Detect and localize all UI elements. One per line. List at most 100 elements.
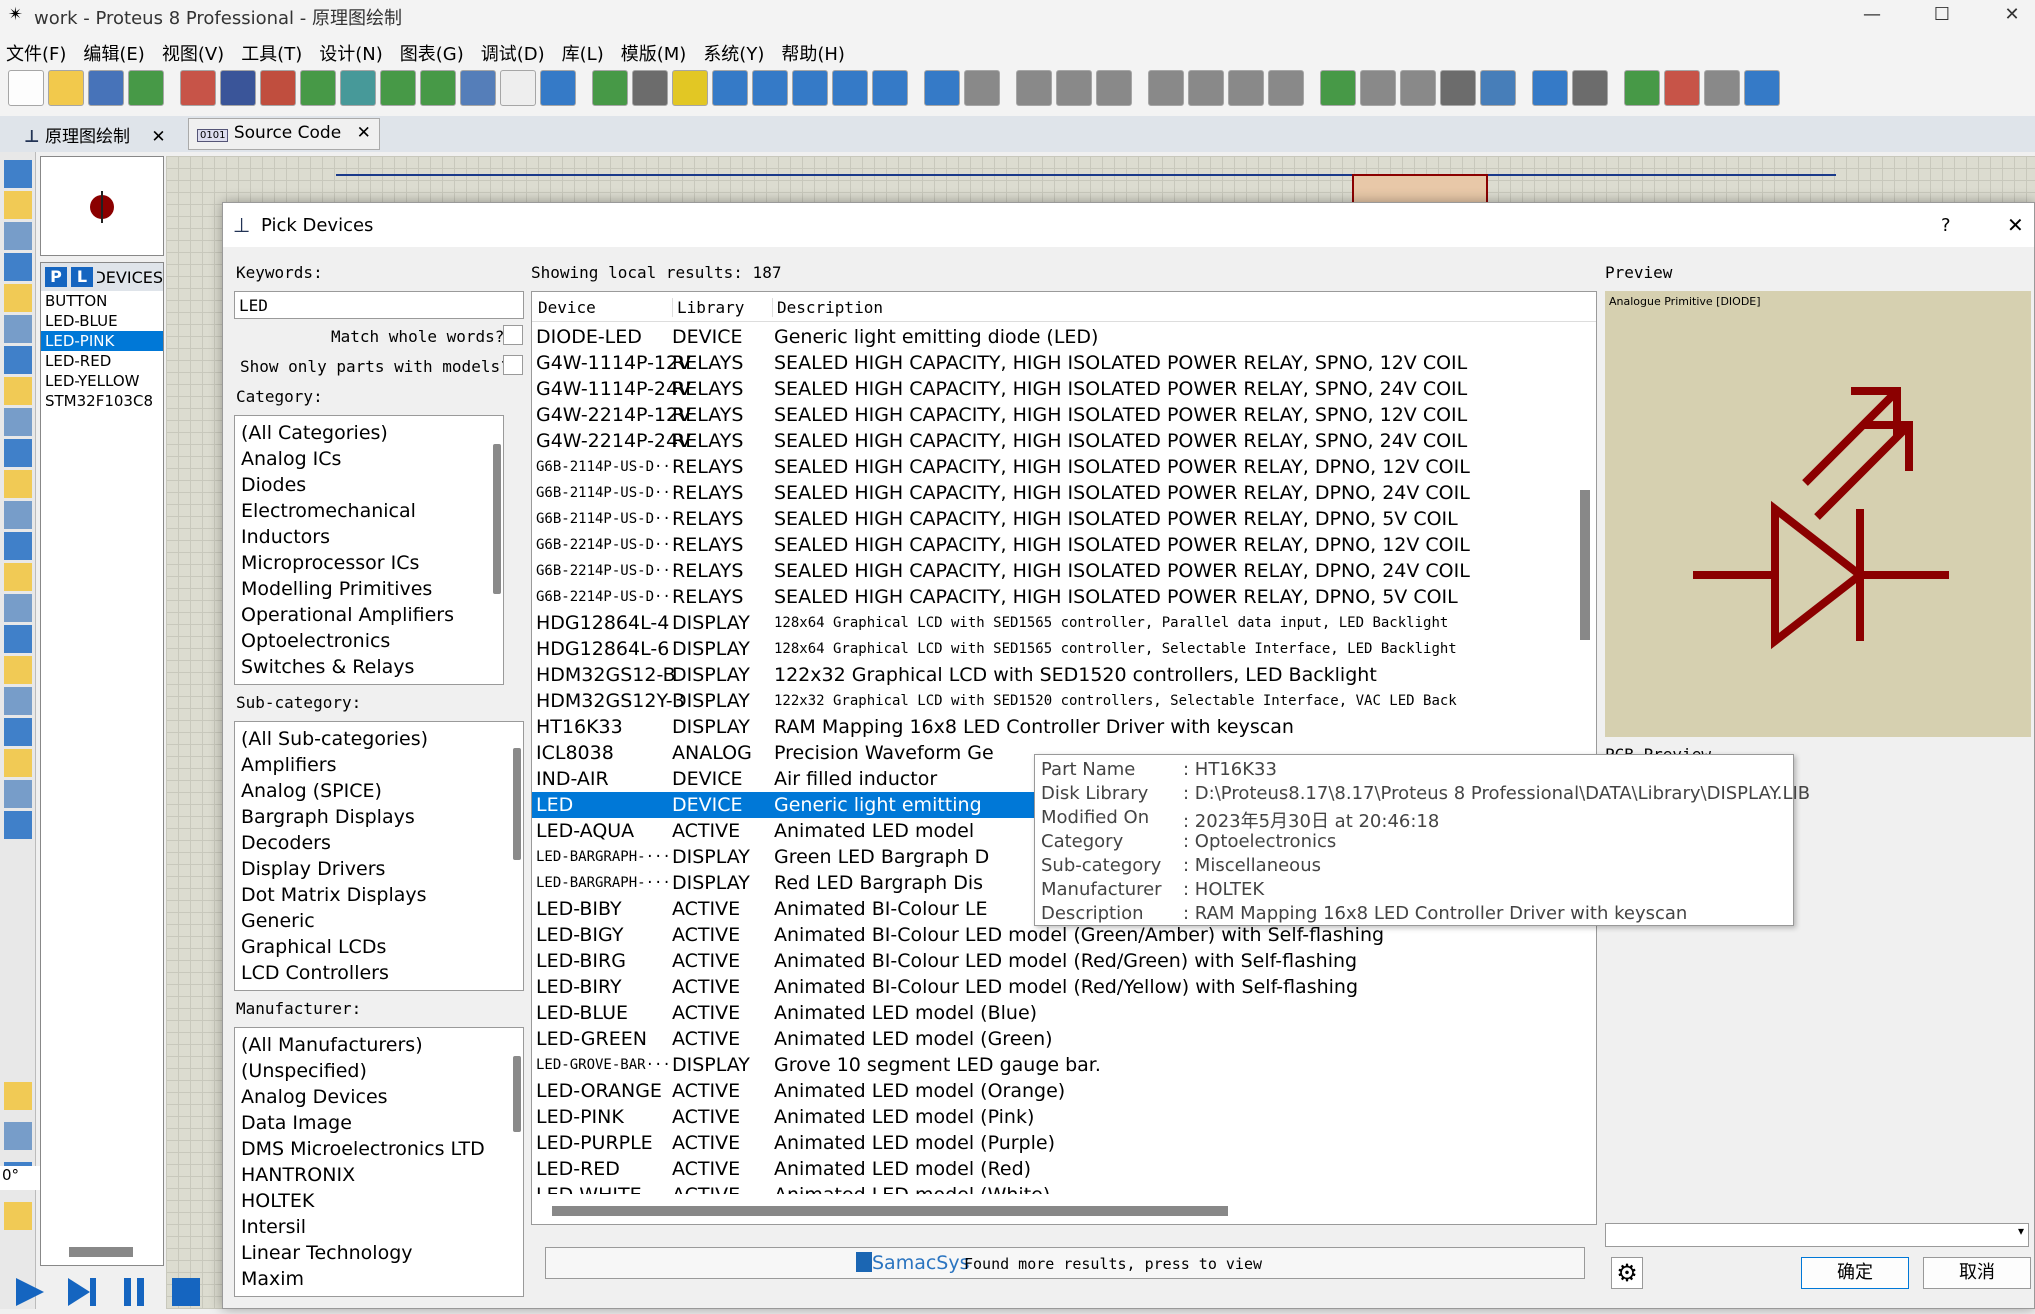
library-manager-button[interactable]: L	[71, 267, 93, 287]
device-list-item[interactable]: LED-YELLOW	[41, 371, 163, 391]
category-item[interactable]: Diodes	[235, 472, 503, 498]
menu-item[interactable]: 视图(V)	[156, 30, 235, 66]
category-item[interactable]: Optoelectronics	[235, 628, 503, 654]
result-row[interactable]: HDG12864L-6 DISPLAY 128x64 Graphical LCD w…	[532, 636, 1572, 662]
text-script-icon[interactable]	[4, 284, 32, 312]
column-description[interactable]: Description	[772, 298, 883, 317]
exit-sheet-icon[interactable]	[1704, 70, 1740, 106]
manufacturer-item[interactable]: Analog Devices	[235, 1084, 523, 1110]
result-row[interactable]: G6B-2214P-US-D··· RELAYS SEALED HIGH CAPAC…	[532, 584, 1572, 610]
instrument-icon[interactable]	[4, 563, 32, 591]
match-whole-words-checkbox[interactable]	[503, 325, 523, 345]
graph-icon[interactable]	[4, 439, 32, 467]
recorder-icon[interactable]	[4, 470, 32, 498]
close-tab-icon[interactable]: ✕	[357, 123, 371, 143]
step-icon[interactable]	[68, 1278, 96, 1306]
manufacturer-list[interactable]: (All Manufacturers) (Unspecified) Analog D…	[234, 1027, 524, 1297]
result-row[interactable]: HT16K33 DISPLAY RAM Mapping 16x8 LED Contr…	[532, 714, 1572, 740]
zoom-area-icon[interactable]	[872, 70, 908, 106]
select-icon[interactable]	[4, 160, 32, 188]
copy-icon[interactable]	[1056, 70, 1092, 106]
box-icon[interactable]	[4, 625, 32, 653]
help-icon[interactable]	[540, 70, 576, 106]
result-row[interactable]: LED-BIRG ACTIVE Animated BI-Colour LED mod…	[532, 948, 1572, 974]
device-list-item[interactable]: BUTTON	[41, 291, 163, 311]
device-list-scrollbar[interactable]	[69, 1247, 133, 1257]
result-row[interactable]: G6B-2114P-US-D··· RELAYS SEALED HIGH CAPAC…	[532, 506, 1572, 532]
only-models-checkbox[interactable]	[503, 355, 523, 375]
result-row[interactable]: LED-ORANGE ACTIVE Animated LED model (Oran…	[532, 1078, 1572, 1104]
cancel-button[interactable]: 取消	[1923, 1257, 2031, 1289]
block-rotate-icon[interactable]	[1228, 70, 1264, 106]
result-row[interactable]: LED-GROVE-BAR··· DISPLAY Grove 10 segment …	[532, 1052, 1572, 1078]
source-code-icon[interactable]	[460, 70, 496, 106]
terminal-icon[interactable]	[4, 377, 32, 405]
line-icon[interactable]	[4, 594, 32, 622]
pin-icon[interactable]	[4, 408, 32, 436]
origin-icon[interactable]	[672, 70, 708, 106]
menu-item[interactable]: 编辑(E)	[77, 30, 155, 66]
category-item[interactable]: Electromechanical	[235, 498, 503, 524]
result-row[interactable]: LED-PURPLE ACTIVE Animated LED model (Purp…	[532, 1130, 1572, 1156]
symbol-icon[interactable]	[4, 780, 32, 808]
manufacturer-item[interactable]: (Unspecified)	[235, 1058, 523, 1084]
redo-icon[interactable]	[964, 70, 1000, 106]
ok-button[interactable]: 确定	[1801, 1257, 1909, 1289]
menu-item[interactable]: 图表(G)	[394, 30, 475, 66]
result-row[interactable]: HDM32GS12Y-3 DISPLAY 122x32 Graphical LCD …	[532, 688, 1572, 714]
rotate-cw-icon[interactable]	[4, 1082, 32, 1110]
result-row[interactable]: G4W-2214P-24V RELAYS SEALED HIGH CAPACITY,…	[532, 428, 1572, 454]
pan-icon[interactable]	[712, 70, 748, 106]
result-row[interactable]: LED-WHITE ACTIVE Animated LED model (White…	[532, 1182, 1572, 1194]
result-row[interactable]: LED-BLUE ACTIVE Animated LED model (Blue)	[532, 1000, 1572, 1026]
subcategory-list[interactable]: (All Sub-categories) Amplifiers Analog (SP…	[234, 721, 524, 991]
result-row[interactable]: LED-RED ACTIVE Animated LED model (Red)	[532, 1156, 1572, 1182]
component-icon[interactable]	[4, 191, 32, 219]
category-item[interactable]: Modelling Primitives	[235, 576, 503, 602]
result-row[interactable]: LED-PINK ACTIVE Animated LED model (Pink)	[532, 1104, 1572, 1130]
device-list-item[interactable]: LED-RED	[41, 351, 163, 371]
result-row[interactable]: G4W-1114P-24V RELAYS SEALED HIGH CAPACITY,…	[532, 376, 1572, 402]
make-device-icon[interactable]	[1360, 70, 1396, 106]
menu-item[interactable]: 调试(D)	[475, 30, 556, 66]
grid-icon[interactable]	[632, 70, 668, 106]
bus-icon[interactable]	[4, 315, 32, 343]
maximize-button[interactable]: ☐	[1920, 0, 1964, 30]
decompose-icon[interactable]	[1440, 70, 1476, 106]
subcategory-scrollbar[interactable]	[513, 748, 521, 860]
open-folder-icon[interactable]	[48, 70, 84, 106]
new-sheet-icon[interactable]	[1624, 70, 1660, 106]
pcb-package-select[interactable]: ▾	[1605, 1223, 2029, 1247]
result-row[interactable]: G4W-1114P-12V RELAYS SEALED HIGH CAPACITY,…	[532, 350, 1572, 376]
marker-icon[interactable]	[4, 811, 32, 839]
import-icon[interactable]	[128, 70, 164, 106]
block-copy-icon[interactable]	[1148, 70, 1184, 106]
menu-item[interactable]: 库(L)	[556, 30, 615, 66]
pcb-layout-icon[interactable]	[260, 70, 296, 106]
manufacturer-item[interactable]: DMS Microelectronics LTD	[235, 1136, 523, 1162]
subcircuit-icon[interactable]	[4, 346, 32, 374]
subcategory-item[interactable]: Generic	[235, 908, 523, 934]
pause-icon[interactable]	[124, 1278, 144, 1306]
help-button[interactable]: ?	[1941, 215, 1951, 236]
pick-device-icon[interactable]	[1320, 70, 1356, 106]
manufacturer-item[interactable]: HANTRONIX	[235, 1162, 523, 1188]
manufacturer-item[interactable]: Intersil	[235, 1214, 523, 1240]
cut-icon[interactable]	[1016, 70, 1052, 106]
remove-sheet-icon[interactable]	[1664, 70, 1700, 106]
settings-gear-icon[interactable]: ⚙	[1611, 1257, 1643, 1289]
manufacturer-item[interactable]: Maxim	[235, 1266, 523, 1292]
menu-item[interactable]: 工具(T)	[235, 30, 313, 66]
manufacturer-item[interactable]: Data Image	[235, 1110, 523, 1136]
result-row[interactable]: G6B-2114P-US-D··· RELAYS SEALED HIGH CAPAC…	[532, 480, 1572, 506]
stop-icon[interactable]	[172, 1278, 200, 1306]
result-row[interactable]: LED-GREEN ACTIVE Animated LED model (Green…	[532, 1026, 1572, 1052]
circle-icon[interactable]	[4, 656, 32, 684]
gerber-icon[interactable]	[300, 70, 336, 106]
subcategory-item[interactable]: Analog (SPICE)	[235, 778, 523, 804]
manufacturer-item[interactable]: (All Manufacturers)	[235, 1032, 523, 1058]
result-row[interactable]: HDG12864L-4 DISPLAY 128x64 Graphical LCD w…	[532, 610, 1572, 636]
new-file-icon[interactable]	[8, 70, 44, 106]
undo-icon[interactable]	[924, 70, 960, 106]
result-row[interactable]: G4W-2214P-12V RELAYS SEALED HIGH CAPACITY,…	[532, 402, 1572, 428]
